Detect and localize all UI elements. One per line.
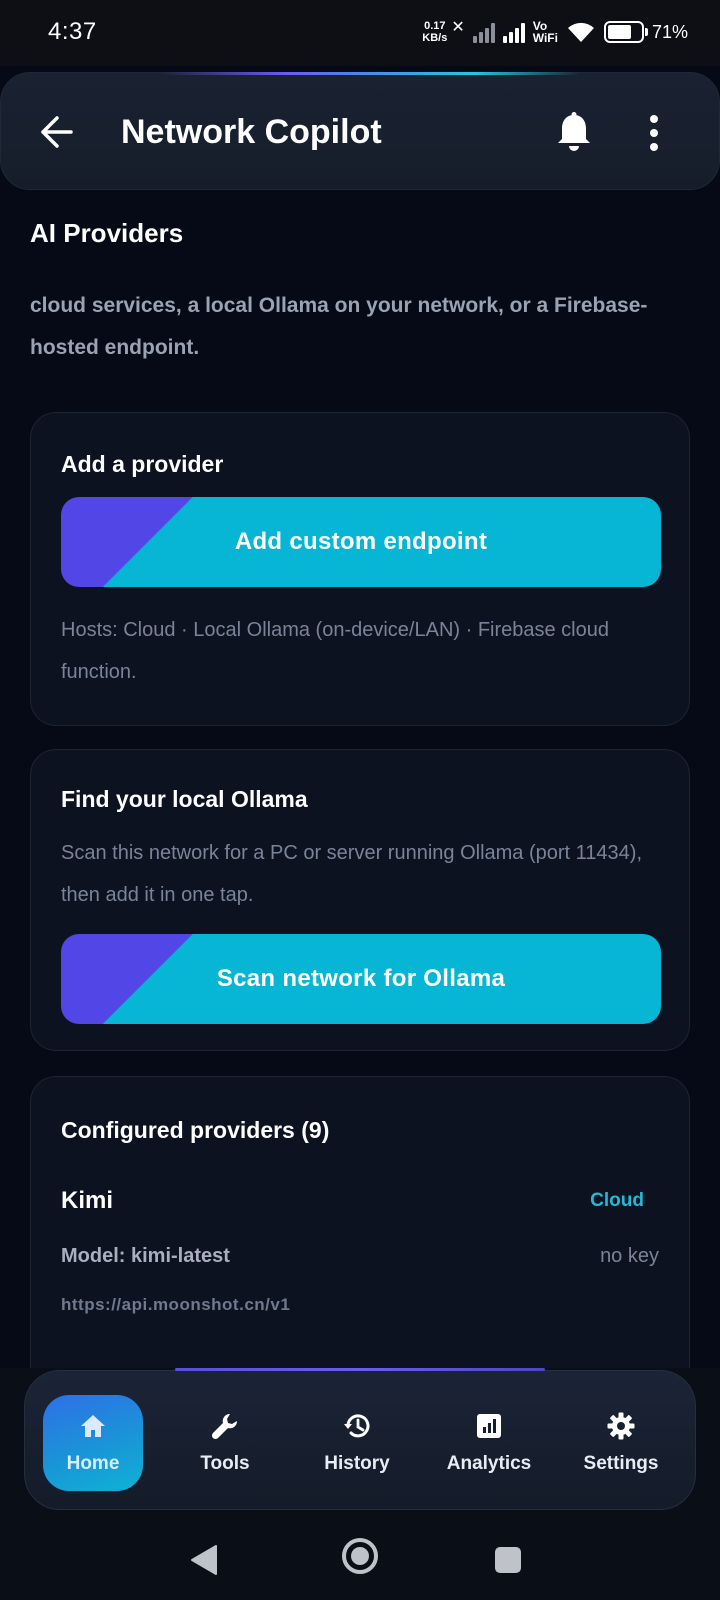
signal-sim1-icon: [472, 21, 495, 43]
vowifi-bottom: WiFi: [532, 31, 558, 45]
add-provider-title: Add a provider: [61, 451, 224, 477]
provider-model: Model: kimi-latest: [61, 1245, 230, 1267]
nav-history[interactable]: History: [307, 1395, 407, 1491]
status-icons: 0.17 KB/s ✕ Vo WiFi 71%: [422, 14, 688, 50]
add-custom-endpoint-button[interactable]: Add custom endpoint: [61, 497, 661, 587]
wrench-icon: [211, 1413, 238, 1440]
network-speed: 0.17 KB/s: [422, 20, 447, 44]
configured-providers-title: Configured providers (9): [61, 1117, 330, 1143]
nav-history-label: History: [324, 1453, 390, 1474]
battery-fill: [607, 25, 631, 39]
app-bar: Network Copilot: [0, 72, 720, 190]
network-speed-unit: KB/s: [422, 32, 448, 44]
history-icon: [344, 1414, 370, 1438]
nav-settings-label: Settings: [583, 1453, 659, 1474]
find-ollama-card: Find your local Ollama Scan this network…: [30, 749, 690, 1051]
battery-body: [603, 21, 644, 43]
nav-analytics[interactable]: Analytics: [439, 1395, 539, 1491]
bell-icon[interactable]: [554, 111, 594, 153]
nav-analytics-label: Analytics: [446, 1453, 532, 1474]
status-time: 4:37: [48, 18, 97, 45]
battery-percent: 71%: [651, 21, 688, 42]
wifi-icon: [567, 22, 594, 42]
system-recents-icon[interactable]: [494, 1546, 522, 1574]
nav-tools-label: Tools: [200, 1453, 250, 1474]
system-back-icon[interactable]: [190, 1544, 218, 1576]
signal-sim2-icon: [502, 21, 525, 43]
find-ollama-title: Find your local Ollama: [61, 786, 308, 812]
nav-tools[interactable]: Tools: [175, 1395, 275, 1491]
hosts-note: Hosts: Cloud · Local Ollama (on-device/L…: [61, 619, 609, 683]
back-arrow-icon[interactable]: [37, 112, 77, 152]
nav-settings[interactable]: Settings: [571, 1395, 671, 1491]
page-title: Network Copilot: [121, 113, 382, 151]
scan-network-button[interactable]: Scan network for Ollama: [61, 934, 661, 1024]
add-provider-card: Add a provider Add custom endpoint Hosts…: [30, 412, 690, 726]
system-home-icon[interactable]: [338, 1534, 382, 1578]
no-signal-x-icon: ✕: [451, 19, 465, 36]
battery-cap: [644, 28, 648, 36]
battery-icon: 71%: [603, 21, 688, 43]
nav-home-label: Home: [66, 1453, 120, 1474]
provider-type-badge: Cloud: [590, 1190, 644, 1211]
vowifi-indicator: Vo WiFi: [533, 20, 558, 44]
gear-icon: [607, 1412, 635, 1440]
configured-providers-card: Configured providers (9) Kimi Cloud Mode…: [30, 1076, 690, 1416]
section-title: AI Providers: [30, 218, 184, 248]
network-speed-value: 0.17: [424, 20, 446, 32]
app-bar-accent-line: [160, 72, 580, 75]
provider-name: Kimi: [61, 1187, 114, 1214]
more-vert-icon[interactable]: [647, 113, 661, 153]
providers-intro: cloud services, a local Ollama on your n…: [30, 294, 648, 359]
nav-home[interactable]: Home: [43, 1395, 143, 1491]
bottom-nav-accent-line: [175, 1368, 545, 1371]
system-navigation-bar: [0, 1510, 720, 1600]
find-ollama-note: Scan this network for a PC or server run…: [61, 842, 642, 906]
status-bar: 4:37 0.17 KB/s ✕ Vo WiFi 71%: [0, 0, 720, 66]
bottom-nav: Home Tools History Analytics Settings: [24, 1370, 696, 1510]
home-icon: [81, 1415, 105, 1437]
provider-key-status: no key: [600, 1245, 659, 1267]
analytics-icon: [477, 1414, 501, 1438]
provider-url: https://api.moonshot.cn/v1: [61, 1295, 291, 1314]
